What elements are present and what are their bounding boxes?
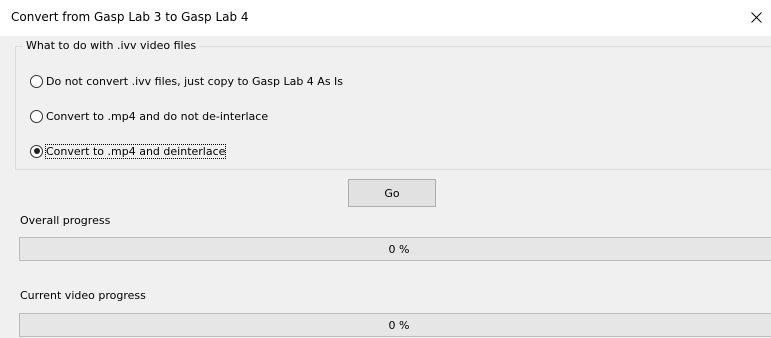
current-video-progress-label: Current video progress bbox=[20, 289, 146, 302]
go-button[interactable]: Go bbox=[348, 179, 436, 207]
radio-button-circle[interactable] bbox=[30, 109, 43, 123]
radio-convert-no-deinterlace-label: Convert to .mp4 and do not de-interlace bbox=[46, 109, 269, 123]
radio-button-circle-selected[interactable] bbox=[30, 144, 43, 158]
ivv-options-legend: What to do with .ivv video files bbox=[23, 39, 200, 52]
overall-progress-bar: 0 % bbox=[19, 237, 771, 261]
title-bar: Convert from Gasp Lab 3 to Gasp Lab 4 bbox=[0, 0, 771, 36]
current-video-progress-text: 0 % bbox=[388, 318, 410, 332]
window-title: Convert from Gasp Lab 3 to Gasp Lab 4 bbox=[11, 10, 249, 24]
radio-convert-deinterlace[interactable]: Convert to .mp4 and deinterlace bbox=[30, 143, 227, 159]
radio-button-circle[interactable] bbox=[30, 74, 43, 88]
radio-convert-deinterlace-label: Convert to .mp4 and deinterlace bbox=[44, 143, 227, 159]
radio-copy-as-is-label: Do not convert .ivv files, just copy to … bbox=[46, 74, 344, 88]
close-icon bbox=[751, 12, 762, 23]
dialog-body: What to do with .ivv video files Do not … bbox=[0, 36, 771, 338]
radio-copy-as-is[interactable]: Do not convert .ivv files, just copy to … bbox=[30, 73, 343, 89]
radio-convert-no-deinterlace[interactable]: Convert to .mp4 and do not de-interlace bbox=[30, 108, 268, 124]
overall-progress-text: 0 % bbox=[388, 242, 410, 256]
overall-progress-label: Overall progress bbox=[20, 214, 111, 227]
current-video-progress-bar: 0 % bbox=[19, 313, 771, 337]
close-button[interactable] bbox=[746, 6, 768, 30]
